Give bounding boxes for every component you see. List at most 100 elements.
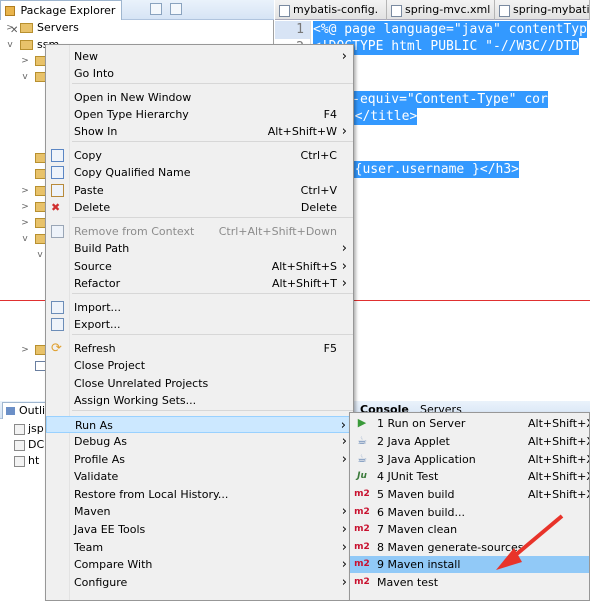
menu-item-refactor[interactable]: Refactor Alt+Shift+T › xyxy=(46,275,353,292)
menu-item-refresh[interactable]: ⟳ Refresh F5 xyxy=(46,340,353,357)
outline-item-label: jsp xyxy=(28,422,44,435)
menu-item-validate[interactable]: Validate xyxy=(46,468,353,485)
menu-item-debug-as[interactable]: Debug As › xyxy=(46,433,353,450)
menu-item-open-in-new-window[interactable]: Open in New Window xyxy=(46,89,353,106)
menu-item-label: Close Project xyxy=(74,359,146,372)
maven-icon: m2 xyxy=(354,577,370,587)
outline-item[interactable]: jsp xyxy=(4,421,44,437)
menu-item-source[interactable]: Source Alt+Shift+S › xyxy=(46,258,353,275)
menu-item-label: Paste xyxy=(74,184,104,197)
menu-item-shortcut: Delete xyxy=(300,201,337,214)
menu-item-team[interactable]: Team › xyxy=(46,539,353,556)
menu-item-export[interactable]: Export... xyxy=(46,316,353,333)
package-icon xyxy=(5,6,15,16)
menu-item-restore-from-local-history[interactable]: Restore from Local History... xyxy=(46,486,353,503)
editor-tab[interactable]: spring-mvc.xml xyxy=(387,0,495,20)
menu-item-compare-with[interactable]: Compare With › xyxy=(46,556,353,573)
menu-item-close-unrelated-projects[interactable]: Close Unrelated Projects xyxy=(46,375,353,392)
chevron-down-icon[interactable]: v xyxy=(20,69,30,85)
outline-item-label: DC xyxy=(28,438,45,451)
menu-item-label: Go Into xyxy=(74,67,115,80)
menu-separator xyxy=(72,334,353,335)
outline-item-label: ht xyxy=(28,454,40,467)
outline-item[interactable]: ht xyxy=(4,453,39,469)
outline-item[interactable]: DC xyxy=(4,437,44,453)
menu-item-copy[interactable]: Copy Ctrl+C xyxy=(46,147,353,164)
menu-item-build-path[interactable]: Build Path › xyxy=(46,240,353,257)
maven-icon: m2 xyxy=(354,507,370,517)
menu-item-import[interactable]: Import... xyxy=(46,299,353,316)
menu-item-show-in[interactable]: Show In Alt+Shift+W › xyxy=(46,123,353,140)
menu-item-new[interactable]: New › xyxy=(46,48,353,65)
chevron-right-icon[interactable]: > xyxy=(20,53,30,69)
run-as-item-4-junit-test[interactable]: Ju 4 JUnit Test Alt+Shift+X, xyxy=(350,468,589,485)
context-menu: New › Go Into Open in New Window Open Type H… xyxy=(45,44,354,601)
maven-icon: m2 xyxy=(354,489,370,499)
package-explorer-tabbar: Package Explorer ✕ xyxy=(0,0,274,36)
run-as-item-shortcut: Alt+Shift+X, M xyxy=(528,488,589,501)
menu-item-shortcut: Alt+Shift+S xyxy=(271,260,337,273)
submenu-arrow-icon: › xyxy=(341,575,347,590)
menu-item-configure[interactable]: Configure › xyxy=(46,574,353,591)
package-explorer-tab[interactable]: Package Explorer ✕ xyxy=(0,0,122,36)
menu-item-maven[interactable]: Maven › xyxy=(46,503,353,520)
chevron-right-icon[interactable]: > xyxy=(5,20,15,36)
menu-item-label: Build Path xyxy=(74,242,130,255)
chevron-down-icon[interactable]: v xyxy=(5,37,15,53)
menu-item-label: Import... xyxy=(74,301,121,314)
menu-separator xyxy=(72,410,353,411)
run-as-item-shortcut: Alt+Shift+X, xyxy=(528,435,589,448)
run-as-item-label: 4 JUnit Test xyxy=(377,470,439,483)
run-as-item-2-java-applet[interactable]: ☕ 2 Java Applet Alt+Shift+X, xyxy=(350,433,589,450)
menu-item-paste[interactable]: Paste Ctrl+V xyxy=(46,182,353,199)
menu-item-shortcut: Alt+Shift+T xyxy=(271,277,337,290)
run-as-item-7-maven-clean[interactable]: m2 7 Maven clean xyxy=(350,521,589,538)
menu-item-open-type-hierarchy[interactable]: Open Type Hierarchy F4 xyxy=(46,106,353,123)
menu-separator xyxy=(72,293,353,294)
chevron-down-icon[interactable]: v xyxy=(20,231,30,247)
run-as-item-1-run-on-server[interactable]: ▶ 1 Run on Server Alt+Shift+X, xyxy=(350,415,589,432)
remove-context-icon xyxy=(51,225,64,238)
tree-item-label: Servers xyxy=(37,21,79,34)
menu-item-assign-working-sets[interactable]: Assign Working Sets... xyxy=(46,392,353,409)
menu-item-label: Assign Working Sets... xyxy=(74,394,197,407)
editor-tab[interactable]: spring-mybatis. xyxy=(495,0,590,20)
menu-item-close-project[interactable]: Close Project xyxy=(46,357,353,374)
run-as-item-6-maven-build[interactable]: m2 6 Maven build... xyxy=(350,504,589,521)
menu-item-label: New xyxy=(74,50,98,63)
link-editor-icon[interactable] xyxy=(169,3,182,15)
menu-item-copy-qualified-name[interactable]: Copy Qualified Name xyxy=(46,164,353,181)
run-as-item-label: 9 Maven install xyxy=(377,558,461,571)
chevron-right-icon[interactable]: > xyxy=(20,183,30,199)
run-as-item-8-maven-generate-sources[interactable]: m2 8 Maven generate-sources xyxy=(350,539,589,556)
menu-item-label: Export... xyxy=(74,318,121,331)
submenu-arrow-icon: › xyxy=(341,124,347,139)
collapse-all-icon[interactable] xyxy=(150,3,162,15)
run-as-item-5-maven-build[interactable]: m2 5 Maven build Alt+Shift+X, M xyxy=(350,486,589,503)
menu-item-label: Configure xyxy=(74,576,128,589)
chevron-down-icon[interactable]: v xyxy=(35,247,45,263)
menu-item-run-as[interactable]: Run As › xyxy=(46,416,353,433)
menu-item-label: Delete xyxy=(74,201,111,214)
editor-tab[interactable]: mybatis-config. xyxy=(275,0,387,20)
chevron-right-icon[interactable]: > xyxy=(20,215,30,231)
submenu-arrow-icon: › xyxy=(341,241,347,256)
menu-item-shortcut: F5 xyxy=(323,342,337,355)
run-as-item-shortcut: Alt+Shift+X, xyxy=(528,470,589,483)
menu-item-java-ee-tools[interactable]: Java EE Tools › xyxy=(46,521,353,538)
doctype-icon xyxy=(14,439,25,451)
menu-item-delete[interactable]: ✖ Delete Delete xyxy=(46,199,353,216)
menu-item-shortcut: Ctrl+Alt+Shift+Down xyxy=(218,225,337,238)
menu-item-label: Show In xyxy=(74,125,118,138)
submenu-arrow-icon: › xyxy=(341,540,347,555)
run-as-item-shortcut: Alt+Shift+X, xyxy=(528,417,589,430)
run-as-item-3-java-application[interactable]: ☕ 3 Java Application Alt+Shift+X, xyxy=(350,451,589,468)
chevron-right-icon[interactable]: > xyxy=(20,342,30,358)
run-as-item-9-maven-install[interactable]: m2 9 Maven install xyxy=(350,556,589,573)
menu-item-go-into[interactable]: Go Into xyxy=(46,65,353,82)
run-as-item-maven-test[interactable]: m2 Maven test xyxy=(350,574,589,591)
chevron-right-icon[interactable]: > xyxy=(20,199,30,215)
menu-item-label: Validate xyxy=(74,470,119,483)
run-as-item-label: 6 Maven build... xyxy=(377,506,466,519)
menu-item-profile-as[interactable]: Profile As › xyxy=(46,451,353,468)
